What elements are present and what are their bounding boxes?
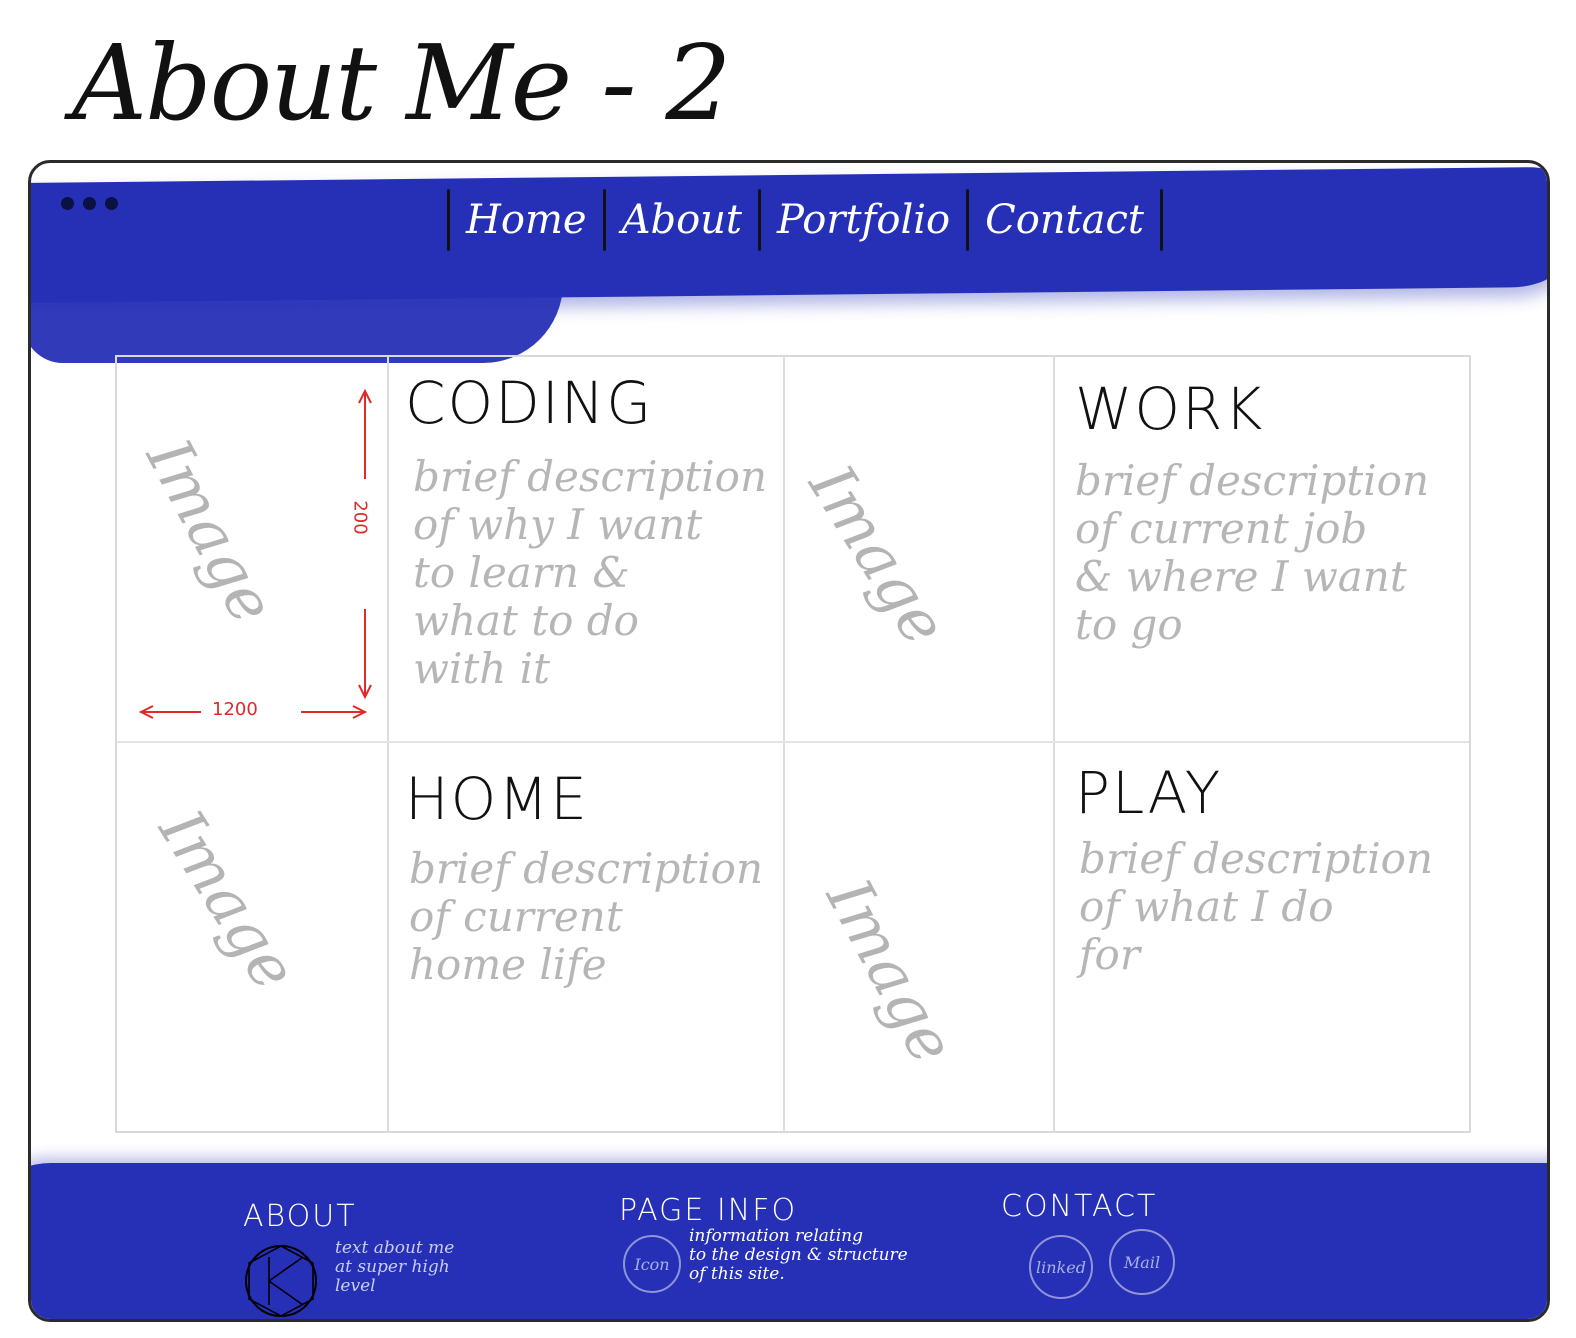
nav-divider xyxy=(966,189,970,251)
grid-divider xyxy=(117,741,1469,743)
browser-window: Home About Portfolio Contact Image Image… xyxy=(28,160,1550,1322)
footer-page-info: PAGE INFO Icon information relating to t… xyxy=(619,1193,908,1293)
logo-icon[interactable] xyxy=(243,1243,319,1319)
image-placeholder-home: Image xyxy=(145,797,312,1003)
section-title-coding: CODING xyxy=(405,369,654,437)
nav-item-portfolio[interactable]: Portfolio xyxy=(773,197,954,243)
about-grid: Image Image Image Image 1200 200 CODING … xyxy=(115,355,1471,1133)
section-title-play: PLAY xyxy=(1075,759,1223,827)
section-title-work: WORK xyxy=(1075,375,1265,443)
page-info-icon: Icon xyxy=(623,1235,681,1293)
nav-divider xyxy=(1159,189,1163,251)
window-dot-icon xyxy=(83,197,96,210)
linkedin-icon[interactable]: linked xyxy=(1029,1235,1093,1299)
grid-divider xyxy=(1053,357,1055,1131)
mail-icon[interactable]: Mail xyxy=(1109,1229,1175,1295)
dimension-annotation xyxy=(138,388,372,719)
section-title-home: HOME xyxy=(405,765,589,833)
nav-divider xyxy=(602,189,606,251)
nav-item-about[interactable]: About xyxy=(618,197,746,243)
section-desc-play: brief description of what I do for xyxy=(1079,834,1434,979)
window-dot-icon xyxy=(105,197,118,210)
nav-divider xyxy=(447,189,450,251)
grid-divider xyxy=(387,357,389,1131)
window-dot-icon xyxy=(61,197,74,210)
footer-page-info-heading: PAGE INFO xyxy=(619,1193,798,1228)
section-desc-home: brief description of current home life xyxy=(409,844,764,989)
footer-about-text: text about me at super high level xyxy=(335,1238,455,1296)
footer-contact: CONTACT linked Mail xyxy=(1001,1189,1175,1299)
grid-divider xyxy=(783,357,785,1131)
page-title: About Me - 2 xyxy=(72,22,732,144)
nav-item-home[interactable]: Home xyxy=(462,197,591,243)
footer-contact-heading: CONTACT xyxy=(1001,1189,1158,1224)
footer-about: ABOUT text about me at super high level xyxy=(243,1199,454,1317)
footer-about-heading: ABOUT xyxy=(243,1199,357,1234)
nav-divider xyxy=(758,189,761,251)
nav-item-contact[interactable]: Contact xyxy=(981,197,1148,243)
image-placeholder-work: Image xyxy=(795,452,962,658)
section-desc-coding: brief description of why I want to learn… xyxy=(413,452,768,693)
width-dimension-label: 1200 xyxy=(212,699,258,720)
section-desc-work: brief description of current job & where… xyxy=(1075,456,1430,649)
footer-page-info-text: information relating to the design & str… xyxy=(689,1226,908,1284)
window-controls xyxy=(61,197,118,210)
image-placeholder-play: Image xyxy=(812,867,970,1075)
header-band-smear xyxy=(31,253,563,363)
height-dimension-label: 200 xyxy=(349,500,371,535)
main-nav: Home About Portfolio Contact xyxy=(435,181,1175,259)
